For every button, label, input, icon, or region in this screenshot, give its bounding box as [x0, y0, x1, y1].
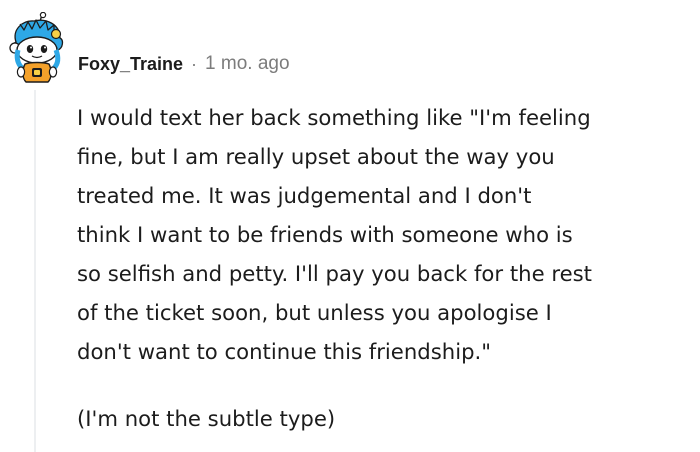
- comment-line: treated me. It was judgemental and I don…: [77, 183, 532, 208]
- comment-line: I would text her back something like "I'…: [77, 105, 591, 130]
- comment-line: don't want to continue this friendship.": [77, 339, 492, 364]
- username-link[interactable]: Foxy_Traine: [78, 54, 183, 75]
- comment-line: fine, but I am really upset about the wa…: [77, 144, 555, 169]
- comment-line: so selfish and petty. I'll pay you back …: [77, 261, 592, 286]
- comment-paragraph: (I'm not the subtle type): [77, 399, 695, 438]
- comment-line: of the ticket soon, but unless you apolo…: [77, 300, 552, 325]
- timestamp-link[interactable]: 1 mo. ago: [205, 53, 290, 75]
- comment-line: think I want to be friends with someone …: [77, 222, 573, 247]
- comment-paragraph: I would text her back something like "I'…: [77, 98, 695, 371]
- comment-body: I would text her back something like "I'…: [77, 98, 695, 438]
- thread-line[interactable]: [34, 90, 36, 452]
- user-avatar[interactable]: [6, 11, 66, 86]
- comment-line: (I'm not the subtle type): [77, 406, 336, 431]
- meta-separator: ·: [191, 53, 198, 74]
- comment-meta: Foxy_Traine · 1 mo. ago: [78, 49, 290, 79]
- snoo-avatar-icon: [9, 11, 64, 83]
- comment: Foxy_Traine · 1 mo. ago I would text her…: [0, 0, 700, 452]
